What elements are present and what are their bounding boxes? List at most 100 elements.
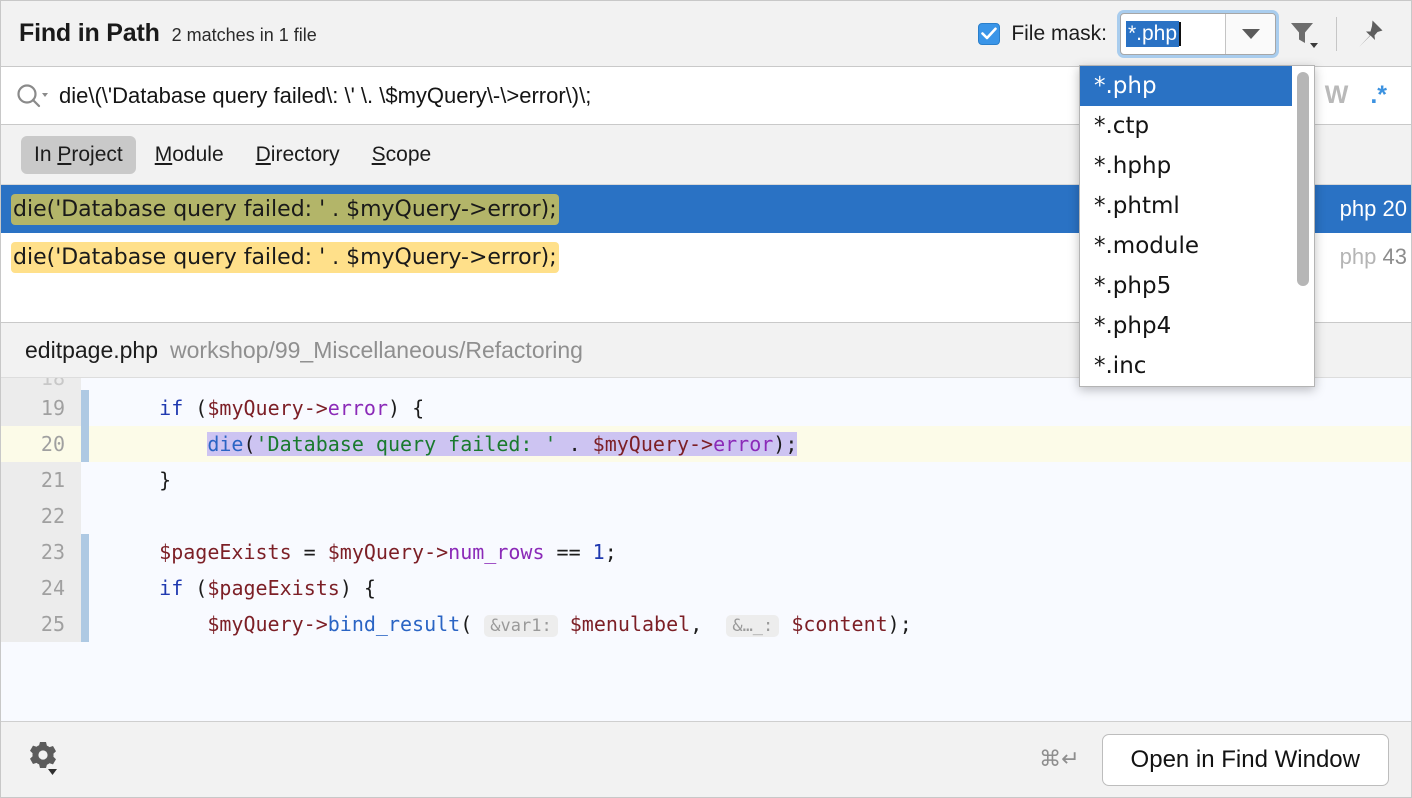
tab-directory[interactable]: Directory <box>243 136 353 174</box>
tab-in-project[interactable]: In Project <box>21 135 136 174</box>
code-property: error <box>713 432 774 456</box>
code-line: 21 } <box>1 462 1411 498</box>
dropdown-scrollbar[interactable] <box>1292 66 1314 386</box>
keyboard-shortcut-hint: ⌘↵ <box>1039 747 1080 772</box>
gutter-line-number: 24 <box>1 570 81 606</box>
code-plain: ) { <box>339 576 376 600</box>
dropdown-items: *.php *.ctp *.hphp *.phtml *.module *.ph… <box>1080 66 1292 386</box>
code-plain: } <box>159 468 172 492</box>
result-file-info: php 43 <box>1340 233 1411 281</box>
file-mask-input[interactable]: *.php <box>1121 14 1225 54</box>
change-bar <box>81 570 89 606</box>
result-match-text: die('Database query failed: ' . $myQuery… <box>11 241 559 273</box>
title-group: Find in Path 2 matches in 1 file <box>19 19 317 48</box>
code-preview[interactable]: 18 19 if ($myQuery->error) { 20 die('Dat… <box>1 377 1411 721</box>
change-bar <box>81 378 89 390</box>
code-variable: $menulabel <box>569 612 691 636</box>
tab-scope[interactable]: Scope <box>359 136 445 174</box>
code-keyword: if <box>159 396 184 420</box>
scrollbar-thumb[interactable] <box>1297 72 1309 286</box>
gutter-line-number: 23 <box>1 534 81 570</box>
file-mask-label: File mask: <box>1011 21 1107 45</box>
settings-button[interactable] <box>23 738 67 782</box>
code-text: $pageExists = $myQuery->num_rows == 1; <box>89 540 617 564</box>
result-line-number: 43 <box>1382 244 1407 269</box>
result-file-name: php <box>1339 244 1377 269</box>
file-mask-dropdown-list[interactable]: *.php *.ctp *.hphp *.phtml *.module *.ph… <box>1079 65 1315 387</box>
file-mask-dropdown-button[interactable] <box>1225 13 1275 54</box>
tab-module-suffix: odule <box>172 142 224 166</box>
dropdown-item[interactable]: *.php <box>1080 66 1292 106</box>
code-variable: $myQuery <box>207 396 304 420</box>
code-plain: ( <box>460 612 473 636</box>
dropdown-item[interactable]: *.module <box>1080 226 1292 266</box>
dropdown-item[interactable]: *.ctp <box>1080 106 1292 146</box>
file-mask-combobox[interactable]: *.php <box>1120 12 1276 55</box>
change-bar <box>81 426 89 462</box>
match-words-toggle[interactable]: W <box>1325 81 1349 110</box>
code-plain: == <box>544 540 593 564</box>
parameter-hint[interactable]: &…_: <box>726 615 780 637</box>
pin-icon <box>1359 20 1383 47</box>
change-bar <box>81 390 89 426</box>
tab-module-mnemonic: M <box>154 142 173 166</box>
code-plain: = <box>291 540 328 564</box>
code-variable: $pageExists <box>207 576 340 600</box>
code-plain: , <box>690 612 715 636</box>
code-line: 25 $myQuery->bind_result( &var1: $menula… <box>1 606 1411 642</box>
preview-file-name: editpage.php <box>25 336 159 363</box>
gutter-line-number: 20 <box>1 426 81 462</box>
gutter-line-number: 18 <box>1 378 81 390</box>
result-file-info: php 20 <box>1340 185 1411 233</box>
match-summary: 2 matches in 1 file <box>171 25 317 45</box>
code-plain: ); <box>773 432 798 456</box>
code-variable: $pageExists <box>159 540 292 564</box>
code-function: bind_result <box>327 612 461 636</box>
dropdown-item[interactable]: *.phtml <box>1080 186 1292 226</box>
code-line: 24 if ($pageExists) { <box>1 570 1411 606</box>
code-text: if ($myQuery->error) { <box>89 396 424 420</box>
code-variable: $content <box>791 612 888 636</box>
code-text: } <box>89 468 171 492</box>
gutter-line-number: 25 <box>1 606 81 642</box>
tab-module[interactable]: Module <box>142 136 237 174</box>
code-plain: ( <box>183 396 208 420</box>
dropdown-item[interactable]: *.hphp <box>1080 146 1292 186</box>
code-property: error <box>327 396 388 420</box>
tab-directory-mnemonic: D <box>255 142 271 166</box>
preview-file-directory: workshop/99_Miscellaneous/Refactoring <box>170 336 583 363</box>
dropdown-item[interactable]: *.inc <box>1080 346 1292 386</box>
chevron-down-icon <box>1241 28 1260 39</box>
gear-icon <box>30 741 57 775</box>
code-arrow: -> <box>303 396 328 420</box>
code-plain: ) { <box>388 396 425 420</box>
tab-scope-suffix: cope <box>385 142 432 166</box>
search-icon-button[interactable] <box>15 82 59 110</box>
parameter-hint[interactable]: &var1: <box>484 615 558 637</box>
code-string: 'Database query failed: ' <box>255 432 557 456</box>
search-toggles: W .* <box>1325 81 1397 110</box>
code-keyword: if <box>159 576 184 600</box>
dialog-footer: ⌘↵ Open in Find Window <box>1 721 1411 797</box>
filter-button[interactable] <box>1276 1 1332 66</box>
check-icon <box>981 27 998 40</box>
tab-in-project-mnemonic: P <box>57 142 72 166</box>
code-function: die <box>207 432 244 456</box>
code-text: die('Database query failed: ' . $myQuery… <box>89 432 798 456</box>
file-mask-checkbox[interactable] <box>978 22 1001 45</box>
open-in-find-window-button[interactable]: Open in Find Window <box>1101 733 1389 786</box>
find-in-path-dialog: Find in Path 2 matches in 1 file File ma… <box>0 0 1412 798</box>
regex-toggle[interactable]: .* <box>1370 81 1387 110</box>
code-match-highlight: die('Database query failed: ' . $myQuery… <box>207 432 798 456</box>
code-variable: $myQuery <box>592 432 689 456</box>
dropdown-item[interactable]: *.php4 <box>1080 306 1292 346</box>
change-bar <box>81 534 89 570</box>
dropdown-item[interactable]: *.php5 <box>1080 266 1292 306</box>
code-arrow: -> <box>303 612 328 636</box>
pin-button[interactable] <box>1341 1 1397 66</box>
code-plain: ; <box>604 540 617 564</box>
tab-in-project-prefix: In <box>34 142 58 166</box>
code-plain: ( <box>243 432 256 456</box>
code-line: 19 if ($myQuery->error) { <box>1 390 1411 426</box>
page-title: Find in Path <box>19 19 160 47</box>
